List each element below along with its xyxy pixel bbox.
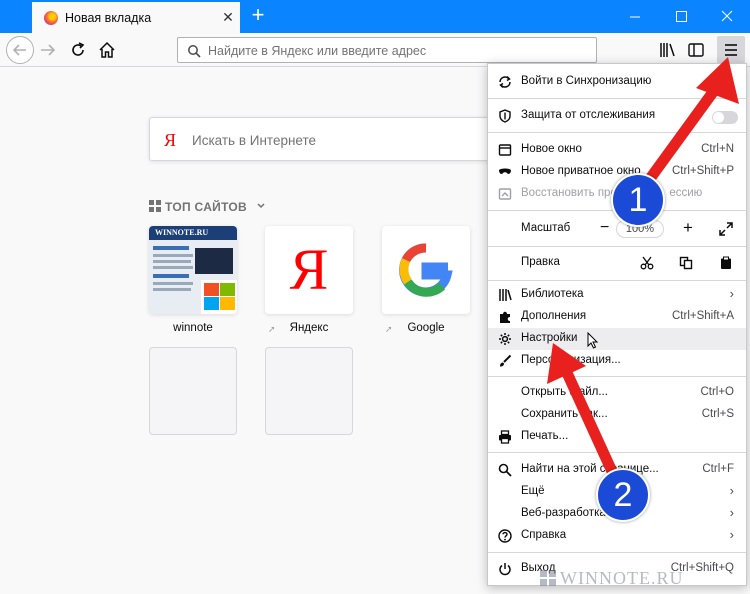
windows-logo-icon [540, 570, 556, 586]
watermark: WINNOTE.RU [540, 568, 683, 589]
watermark-text: WINNOTE.RU [560, 568, 684, 588]
step-badge-2: 2 [596, 468, 650, 522]
annotation-arrow-1 [635, 57, 739, 197]
annotation-arrow-2 [547, 343, 621, 484]
step-badge-1: 1 [611, 173, 665, 227]
